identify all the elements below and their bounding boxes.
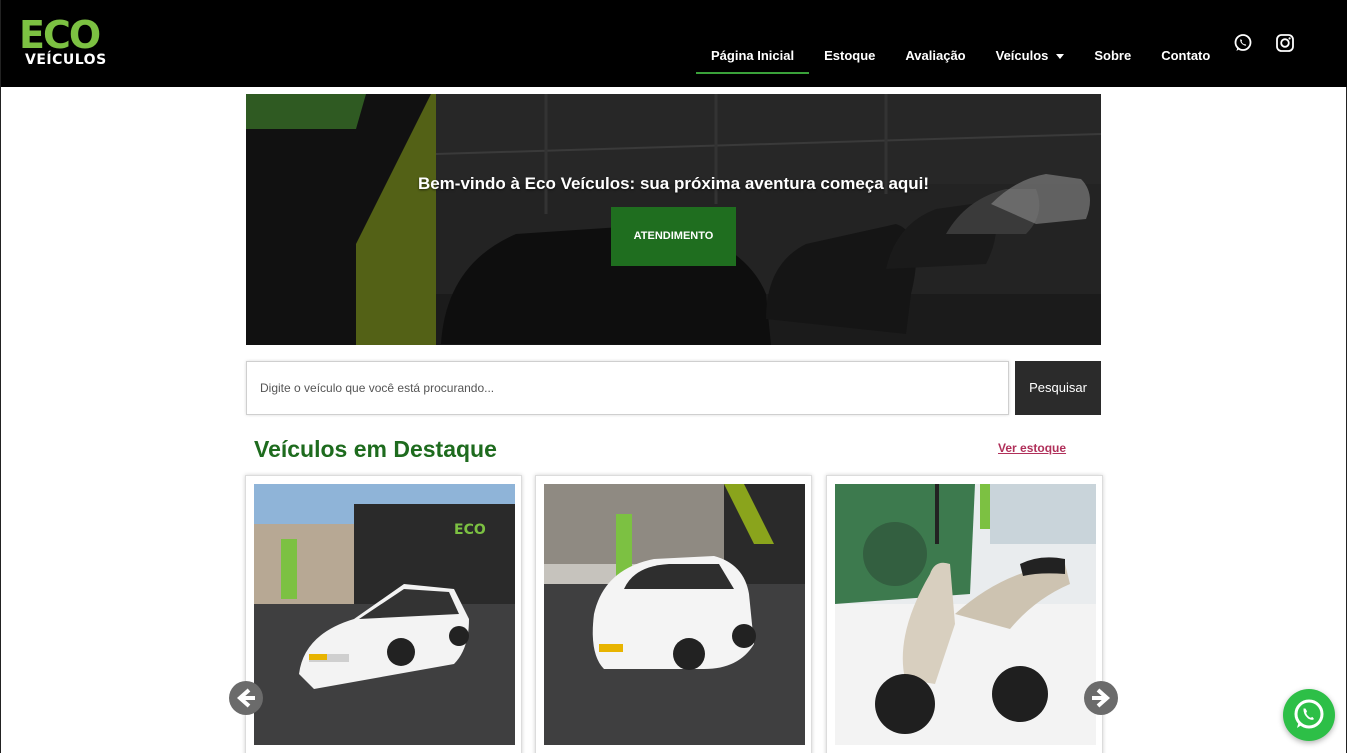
carousel-next-button[interactable] — [1084, 681, 1118, 715]
vehicle-photo-sedan[interactable]: ECO — [254, 484, 515, 745]
nav-item-label: Avaliação — [905, 47, 966, 63]
nav-item-home[interactable]: Página Inicial — [696, 14, 810, 74]
whatsapp-icon — [1294, 699, 1324, 729]
chevron-down-icon — [1056, 53, 1065, 59]
nav-item-vehicles[interactable]: Veículos — [981, 14, 1080, 74]
svg-text:ECO: ECO — [454, 522, 486, 538]
logo-sub-text: VEÍCULOS — [25, 52, 107, 68]
carousel-prev-button[interactable] — [229, 681, 263, 715]
nav-item-evaluation[interactable]: Avaliação — [890, 14, 980, 74]
nav-item-stock[interactable]: Estoque — [809, 14, 890, 74]
instagram-icon[interactable] — [1274, 32, 1296, 54]
whatsapp-icon[interactable] — [1232, 32, 1254, 54]
main-nav: Página Inicial Estoque Avaliação Veículo… — [696, 0, 1225, 87]
hero-title: Bem-vindo à Eco Veículos: sua próxima av… — [417, 174, 930, 193]
vehicle-card[interactable] — [826, 475, 1103, 753]
nav-item-contact[interactable]: Contato — [1146, 14, 1225, 74]
nav-item-label: Sobre — [1094, 47, 1132, 63]
vehicle-photo-suv[interactable] — [544, 484, 805, 745]
hero-banner: Bem-vindo à Eco Veículos: sua próxima av… — [246, 94, 1101, 345]
nav-item-label: Veículos — [995, 47, 1049, 63]
nav-item-label: Página Inicial — [711, 47, 795, 63]
whatsapp-floating-button[interactable] — [1283, 689, 1335, 741]
vehicle-card[interactable] — [535, 475, 812, 753]
atendimento-button[interactable]: ATENDIMENTO — [611, 207, 736, 266]
search-button[interactable]: Pesquisar — [1015, 361, 1101, 415]
vehicle-photo-scooter[interactable] — [835, 484, 1096, 745]
featured-title: Veículos em Destaque — [254, 436, 497, 462]
nav-item-label: Contato — [1161, 47, 1211, 63]
vehicle-card[interactable]: ECO — [245, 475, 522, 753]
nav-item-label: Estoque — [824, 47, 876, 63]
vehicle-search-input[interactable]: Digite o veículo que você está procurand… — [246, 361, 1009, 415]
site-header: ECO VEÍCULOS Página Inicial Estoque Aval… — [1, 0, 1347, 87]
logo-main-text: ECO — [19, 13, 101, 57]
arrow-right-icon — [1092, 688, 1111, 708]
nav-item-about[interactable]: Sobre — [1079, 14, 1146, 74]
logo[interactable]: ECO VEÍCULOS — [19, 14, 111, 70]
see-stock-link[interactable]: Ver estoque — [998, 441, 1066, 455]
arrow-left-icon — [236, 688, 255, 708]
